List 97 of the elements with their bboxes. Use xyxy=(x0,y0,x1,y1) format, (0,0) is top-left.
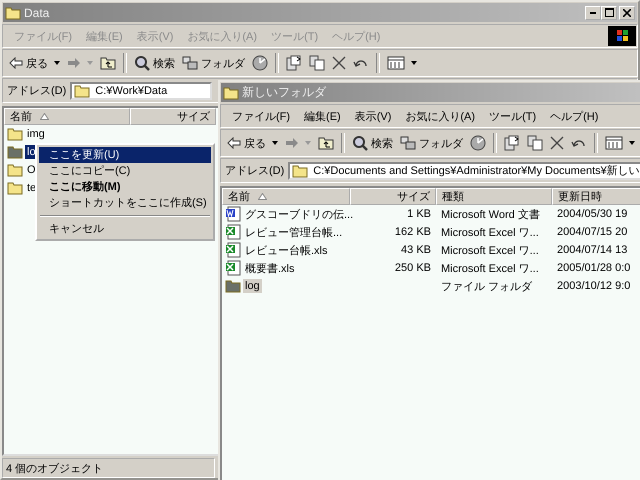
table-cell-text: Microsoft Excel ワ... xyxy=(440,226,540,240)
caret-icon xyxy=(305,141,311,145)
caret-icon xyxy=(629,141,635,145)
table-cell-text: 2004/07/15 20 xyxy=(556,226,628,238)
menu-item[interactable]: お気に入り(A) xyxy=(398,108,482,124)
folders-icon xyxy=(182,56,198,70)
views-icon xyxy=(605,136,623,150)
file-name[interactable]: log xyxy=(243,279,262,293)
window-title: Data xyxy=(24,6,50,20)
close-button[interactable] xyxy=(619,6,635,20)
search-icon xyxy=(352,135,368,151)
search-button[interactable]: 検索 xyxy=(131,53,178,73)
caret-icon xyxy=(87,61,93,65)
menu-item[interactable]: 編集(E) xyxy=(297,108,348,124)
windows-logo-icon xyxy=(608,26,636,46)
file-name[interactable]: te xyxy=(25,181,38,195)
file-name[interactable]: グスコーブドリの伝... xyxy=(243,206,356,222)
table-cell-text: ファイル フォルダ xyxy=(440,280,534,294)
delete-icon xyxy=(332,56,346,70)
move-icon xyxy=(504,135,520,151)
caret-icon xyxy=(54,61,60,65)
table-cell-text: Microsoft Excel ワ... xyxy=(440,262,540,276)
column-header[interactable]: 種類 xyxy=(436,188,552,205)
table-cell-text: 2003/10/12 9:0 xyxy=(556,280,632,292)
address-field[interactable]: C:¥Documents and Settings¥Administrator¥My Documents¥新しい xyxy=(288,162,640,180)
menu-item[interactable]: ここを更新(U) xyxy=(39,147,211,163)
folder-icon xyxy=(74,84,90,98)
folders-button[interactable]: フォルダ xyxy=(179,54,248,72)
address-label: アドレス(D) xyxy=(7,84,66,98)
file-name[interactable]: O xyxy=(25,163,38,177)
folder-icon xyxy=(225,279,241,293)
move-icon xyxy=(286,55,302,71)
folder-icon xyxy=(5,6,21,20)
folders-button[interactable]: フォルダ xyxy=(397,134,466,152)
file-name[interactable]: レビュー台帳.xls xyxy=(243,242,330,258)
table-cell-text: 2004/05/30 19 xyxy=(556,208,628,220)
table-cell-text: 2005/01/28 0:0 xyxy=(556,262,632,274)
column-header[interactable]: 名前 xyxy=(4,108,130,125)
spreadsheet-icon xyxy=(225,242,241,258)
menu-item[interactable]: ショートカットをここに作成(S) xyxy=(39,195,211,211)
back-button[interactable]: 戻る xyxy=(6,54,63,72)
up-folder-icon xyxy=(100,56,116,70)
folder-icon xyxy=(7,145,23,159)
file-name[interactable]: 概要書.xls xyxy=(243,260,296,276)
menu-item[interactable]: ここに移動(M) xyxy=(39,179,211,195)
spreadsheet-icon xyxy=(225,224,241,240)
caret-icon xyxy=(272,141,278,145)
menu-item[interactable]: ヘルプ(H) xyxy=(543,108,606,124)
back-arrow-icon xyxy=(227,137,241,149)
minimize-icon xyxy=(590,12,596,14)
history-icon xyxy=(470,135,486,151)
maximize-icon xyxy=(604,8,614,17)
menu-item[interactable]: ファイル(F) xyxy=(225,108,298,124)
menu-item[interactable]: キャンセル xyxy=(39,221,211,237)
address-label: アドレス(D) xyxy=(225,164,284,178)
views-icon xyxy=(387,56,405,70)
column-header[interactable]: サイズ xyxy=(350,188,436,205)
file-name[interactable]: img xyxy=(25,127,47,141)
column-header[interactable]: 更新日時 xyxy=(552,188,640,205)
status-bar: 4 個のオブジェクト xyxy=(2,458,215,478)
delete-icon xyxy=(550,136,564,150)
window-title: 新しいフォルダ xyxy=(242,84,326,101)
back-button[interactable]: 戻る xyxy=(224,134,281,152)
word-document-icon xyxy=(225,206,241,222)
close-icon xyxy=(623,8,631,16)
column-header[interactable]: サイズ xyxy=(130,108,216,125)
search-button[interactable]: 検索 xyxy=(349,133,396,153)
column-header[interactable]: 名前 xyxy=(222,188,350,205)
minimize-button[interactable] xyxy=(585,6,601,20)
back-arrow-icon xyxy=(9,57,23,69)
copy-icon xyxy=(527,135,543,151)
history-icon xyxy=(252,55,268,71)
folder-icon xyxy=(7,181,23,195)
table-cell-text: 250 KB xyxy=(394,262,432,274)
table-cell-text: 2004/07/14 13 xyxy=(556,244,628,256)
table-cell-text: 162 KB xyxy=(394,226,432,238)
forward-arrow-icon xyxy=(67,57,81,69)
forward-arrow-icon xyxy=(285,137,299,149)
menu-item[interactable]: ツール(T) xyxy=(482,108,544,124)
menu-item[interactable]: 表示(V) xyxy=(348,108,398,124)
search-icon xyxy=(134,55,150,71)
folder-icon xyxy=(223,86,239,100)
table-cell-text: Microsoft Word 文書 xyxy=(440,208,541,222)
folder-icon xyxy=(7,127,23,141)
table-cell-text: Microsoft Excel ワ... xyxy=(440,244,540,258)
folders-icon xyxy=(400,136,416,150)
folder-icon xyxy=(7,163,23,177)
table-cell-text: 43 KB xyxy=(400,244,432,256)
file-name[interactable]: レビュー管理台帳... xyxy=(243,224,344,240)
caret-icon xyxy=(411,61,417,65)
copy-icon xyxy=(309,55,325,71)
address-field[interactable]: C:¥Work¥Data xyxy=(70,82,212,100)
menu-item[interactable]: ここにコピー(C) xyxy=(39,163,211,179)
up-folder-icon xyxy=(318,136,334,150)
spreadsheet-icon xyxy=(225,260,241,276)
maximize-button[interactable] xyxy=(601,6,617,20)
folder-icon xyxy=(292,164,308,178)
